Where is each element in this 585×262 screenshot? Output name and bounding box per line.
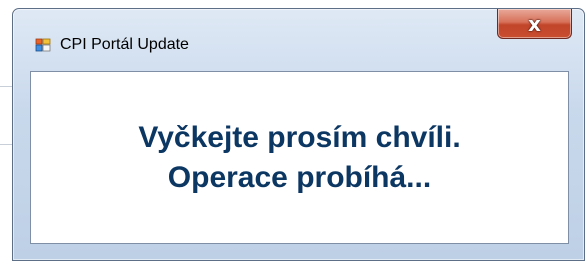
wait-message-line-2: Operace probíhá... bbox=[167, 160, 432, 194]
window-title: CPI Portál Update bbox=[60, 36, 189, 53]
message-panel: Vyčkejte prosím chvíli. Operace probíhá.… bbox=[30, 71, 569, 244]
window-bottom-border bbox=[13, 247, 584, 262]
wait-message-line-1: Vyčkejte prosím chvíli. bbox=[138, 120, 461, 154]
close-button[interactable]: x bbox=[497, 9, 572, 39]
title-bar[interactable]: CPI Portál Update x bbox=[13, 9, 584, 73]
dialog-window: CPI Portál Update x Vyčkejte prosím chví… bbox=[12, 8, 585, 261]
application-window-icon bbox=[35, 37, 51, 53]
close-icon: x bbox=[528, 11, 541, 36]
